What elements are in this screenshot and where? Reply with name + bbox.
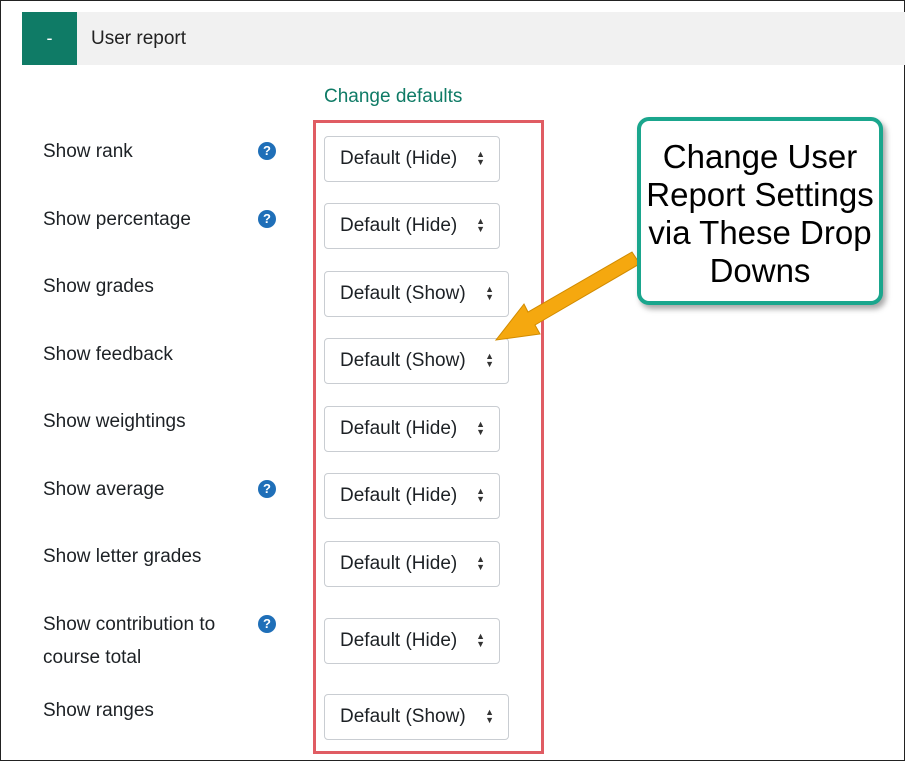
- callout-line: via These Drop: [648, 214, 872, 251]
- annotation-arrow-icon: [494, 251, 641, 341]
- callout-line: Change User: [662, 138, 858, 175]
- callout-box: Change User Report Settings via These Dr…: [637, 117, 883, 305]
- callout-line: Report Settings: [646, 176, 874, 213]
- callout-line: Downs: [709, 252, 811, 289]
